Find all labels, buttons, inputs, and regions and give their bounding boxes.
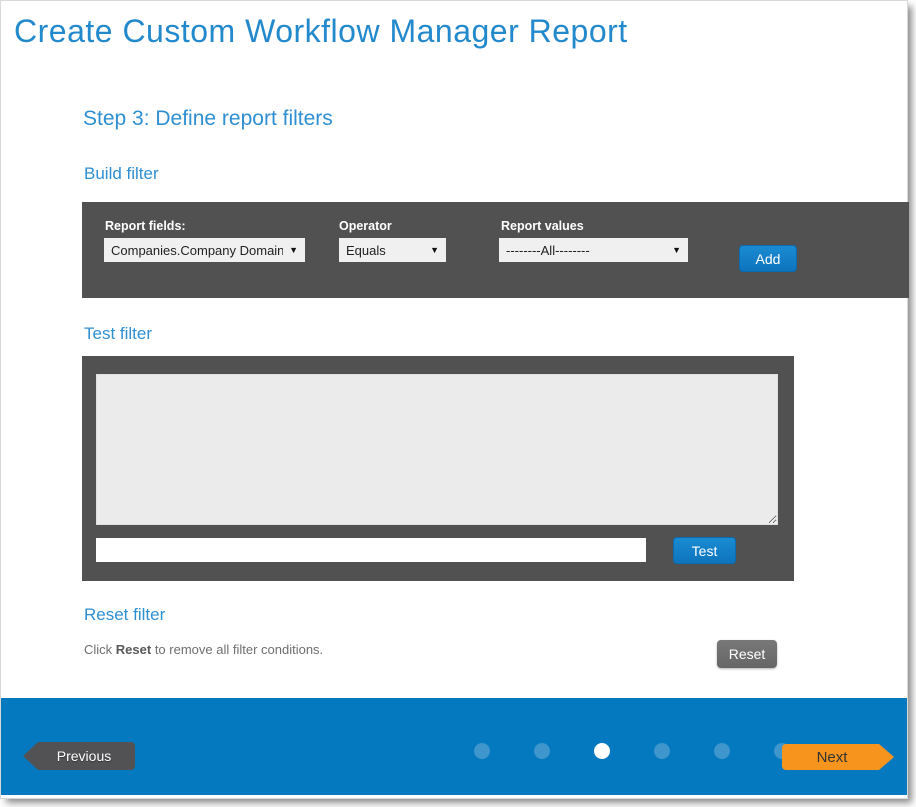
chevron-down-icon: ▼ [672, 245, 681, 255]
operator-dropdown-value: Equals [346, 243, 386, 258]
operator-dropdown[interactable]: Equals ▼ [339, 238, 446, 262]
build-filter-heading: Build filter [84, 164, 159, 184]
step-indicator [474, 743, 790, 759]
test-value-input[interactable] [96, 538, 646, 562]
report-fields-dropdown[interactable]: Companies.Company Domain Na ▼ [104, 238, 305, 262]
chevron-down-icon: ▼ [430, 245, 439, 255]
test-filter-panel: Test [82, 356, 794, 581]
report-values-dropdown-value: --------All-------- [506, 243, 590, 258]
step-dot-4 [654, 743, 670, 759]
reset-button[interactable]: Reset [717, 640, 777, 668]
reset-instruction-suffix: to remove all filter conditions. [151, 642, 323, 657]
step-dot-3 [594, 743, 610, 759]
test-filter-heading: Test filter [84, 324, 152, 344]
page-title: Create Custom Workflow Manager Report [14, 13, 628, 50]
operator-label: Operator [339, 219, 392, 233]
test-button[interactable]: Test [673, 537, 736, 564]
reset-instruction: Click Reset to remove all filter conditi… [84, 642, 323, 657]
previous-button[interactable]: Previous [23, 742, 135, 770]
wizard-page: Create Custom Workflow Manager Report St… [0, 0, 908, 799]
report-values-label: Report values [501, 219, 584, 233]
step-heading: Step 3: Define report filters [83, 107, 333, 131]
next-button[interactable]: Next [782, 744, 894, 770]
chevron-down-icon: ▼ [289, 245, 298, 255]
add-button[interactable]: Add [739, 245, 797, 272]
wizard-footer-bar: Previous Next [1, 698, 907, 795]
report-values-dropdown[interactable]: --------All-------- ▼ [499, 238, 688, 262]
filter-expression-textarea[interactable] [96, 374, 778, 525]
step-dot-5 [714, 743, 730, 759]
reset-instruction-bold: Reset [116, 642, 151, 657]
reset-instruction-prefix: Click [84, 642, 116, 657]
step-dot-1 [474, 743, 490, 759]
build-filter-panel: Report fields: Operator Report values Co… [82, 202, 909, 298]
reset-filter-heading: Reset filter [84, 605, 165, 625]
report-fields-label: Report fields: [105, 219, 186, 233]
report-fields-dropdown-value: Companies.Company Domain Na [111, 243, 283, 258]
step-dot-2 [534, 743, 550, 759]
